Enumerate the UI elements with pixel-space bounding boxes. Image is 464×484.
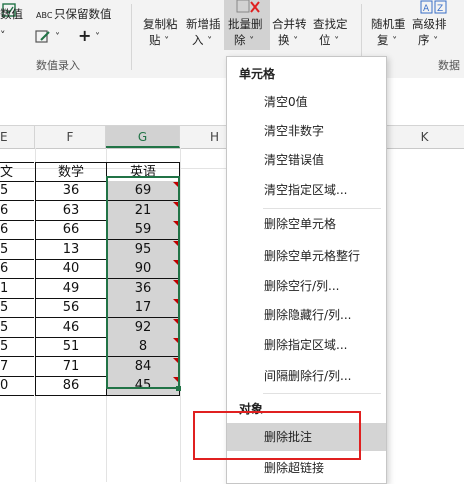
chevron-down-icon[interactable]: ˅ — [55, 30, 60, 46]
chevron-down-icon: ˅ — [334, 36, 340, 47]
button-line2: 换 — [278, 33, 290, 47]
table-header-cell[interactable]: 文 — [0, 162, 34, 182]
cell-chinese[interactable]: 5 — [0, 337, 34, 358]
sort-az-icon: A Z — [420, 0, 447, 14]
cell-math[interactable]: 86 — [35, 375, 106, 396]
chevron-down-icon: ˅ — [164, 36, 170, 47]
gridline — [180, 148, 181, 482]
svg-text:A: A — [423, 4, 430, 14]
cell-chinese[interactable]: 5 — [0, 240, 34, 260]
group-label-data-entry: 数值录入 — [36, 59, 80, 72]
column-header-k[interactable]: K — [385, 126, 464, 148]
ribbon-label-values[interactable]: 数值 — [0, 6, 23, 22]
table-header-cell[interactable]: 数学 — [35, 162, 106, 182]
chevron-down-icon: ˅ — [293, 36, 299, 47]
cell-chinese[interactable]: 1 — [0, 279, 34, 299]
cell-chinese[interactable]: 0 — [0, 376, 34, 396]
ribbon-divider — [131, 4, 132, 70]
menu-item-delete-hidden-rows-cols[interactable]: 删除隐藏行/列... — [227, 302, 386, 328]
button-line1: 批量删 — [228, 17, 263, 31]
column-header-e[interactable]: E — [0, 126, 35, 148]
button-line1: 高级排 — [412, 17, 447, 31]
cell-math[interactable]: 71 — [35, 356, 106, 377]
cell-chinese[interactable]: 6 — [0, 259, 34, 280]
button-line2: 位 — [319, 33, 331, 47]
group-label-data: 数据 — [438, 59, 460, 72]
advanced-sort-button[interactable]: 高级排 序 ˅ — [412, 16, 447, 50]
cell-chinese[interactable]: 7 — [0, 357, 34, 377]
column-header-g[interactable]: G — [106, 126, 180, 148]
edit-sheet-icon[interactable] — [34, 28, 52, 46]
cell-math[interactable]: 13 — [35, 239, 106, 260]
menu-item-delete-empty-cells[interactable]: 删除空单元格 — [227, 211, 386, 237]
cell-chinese[interactable]: 5 — [0, 318, 34, 338]
find-locate-button[interactable]: 查找定 位 ˅ — [313, 16, 348, 50]
button-line1: 随机重 — [371, 17, 406, 31]
menu-item-clear-non-numeric[interactable]: 清空非数字 — [227, 118, 386, 144]
menu-item-delete-empty-cell-rows[interactable]: 删除空单元格整行 — [227, 243, 386, 269]
cell-math[interactable]: 36 — [35, 181, 106, 202]
dropdown-arrow[interactable]: ˅ — [0, 28, 6, 44]
cell-chinese[interactable]: 6 — [0, 201, 34, 221]
cell-math[interactable]: 46 — [35, 317, 106, 338]
menu-divider — [263, 208, 381, 209]
menu-item-clear-errors[interactable]: 清空错误值 — [227, 147, 386, 173]
menu-item-interval-delete[interactable]: 间隔删除行/列... — [227, 363, 386, 389]
menu-divider — [263, 393, 381, 394]
cell-math[interactable]: 56 — [35, 298, 106, 319]
cell-math[interactable]: 40 — [35, 259, 106, 280]
cell-chinese[interactable]: 6 — [0, 220, 34, 241]
button-line2: 贴 — [149, 33, 161, 47]
svg-text:Z: Z — [437, 4, 443, 14]
chevron-down-icon: ˅ — [207, 36, 213, 47]
button-line1: 新增插 — [186, 17, 221, 31]
fill-handle[interactable] — [176, 386, 181, 391]
button-line2: 除 — [234, 33, 246, 47]
merge-convert-button[interactable]: 合并转 换 ˅ — [272, 16, 307, 50]
menu-section-cells: 单元格 — [239, 67, 276, 81]
cell-math[interactable]: 49 — [35, 278, 106, 299]
random-repeat-button[interactable]: 随机重 复 ˅ — [371, 16, 406, 50]
column-header-f[interactable]: F — [35, 126, 106, 148]
abc-icon: ABC — [36, 11, 53, 20]
button-line1: 查找定 — [313, 17, 348, 31]
chevron-down-icon: ˅ — [392, 36, 398, 47]
cell-math[interactable]: 66 — [35, 220, 106, 241]
cell-math[interactable]: 51 — [35, 337, 106, 358]
plus-icon[interactable]: + — [78, 28, 91, 44]
insert-button[interactable]: 新增插 入 ˅ — [186, 16, 221, 50]
copy-paste-button[interactable]: 复制粘 贴 ˅ — [143, 16, 178, 50]
menu-item-clear-range[interactable]: 清空指定区域... — [227, 177, 386, 203]
button-line2: 序 — [418, 33, 430, 47]
batch-delete-button[interactable]: 批量删 除 ˅ — [228, 16, 263, 50]
batch-delete-icon — [236, 0, 260, 13]
keep-values-button[interactable]: 只保留数值 — [54, 6, 112, 22]
cell-chinese[interactable]: 5 — [0, 298, 34, 319]
cell-chinese[interactable]: 5 — [0, 181, 34, 202]
button-line2: 复 — [377, 33, 389, 47]
button-line2: 入 — [192, 33, 204, 47]
highlight-box — [193, 411, 361, 460]
menu-item-delete-empty-rows-cols[interactable]: 删除空行/列... — [227, 273, 386, 299]
selection-border — [106, 176, 180, 389]
cell-math[interactable]: 63 — [35, 200, 106, 221]
button-line1: 合并转 — [272, 17, 307, 31]
menu-item-delete-range[interactable]: 删除指定区域... — [227, 332, 386, 358]
chevron-down-icon: ˅ — [249, 36, 255, 47]
chevron-down-icon[interactable]: ˅ — [95, 30, 100, 46]
button-line1: 复制粘 — [143, 17, 178, 31]
menu-item-clear-zero[interactable]: 清空0值 — [227, 89, 386, 115]
chevron-down-icon: ˅ — [433, 36, 439, 47]
